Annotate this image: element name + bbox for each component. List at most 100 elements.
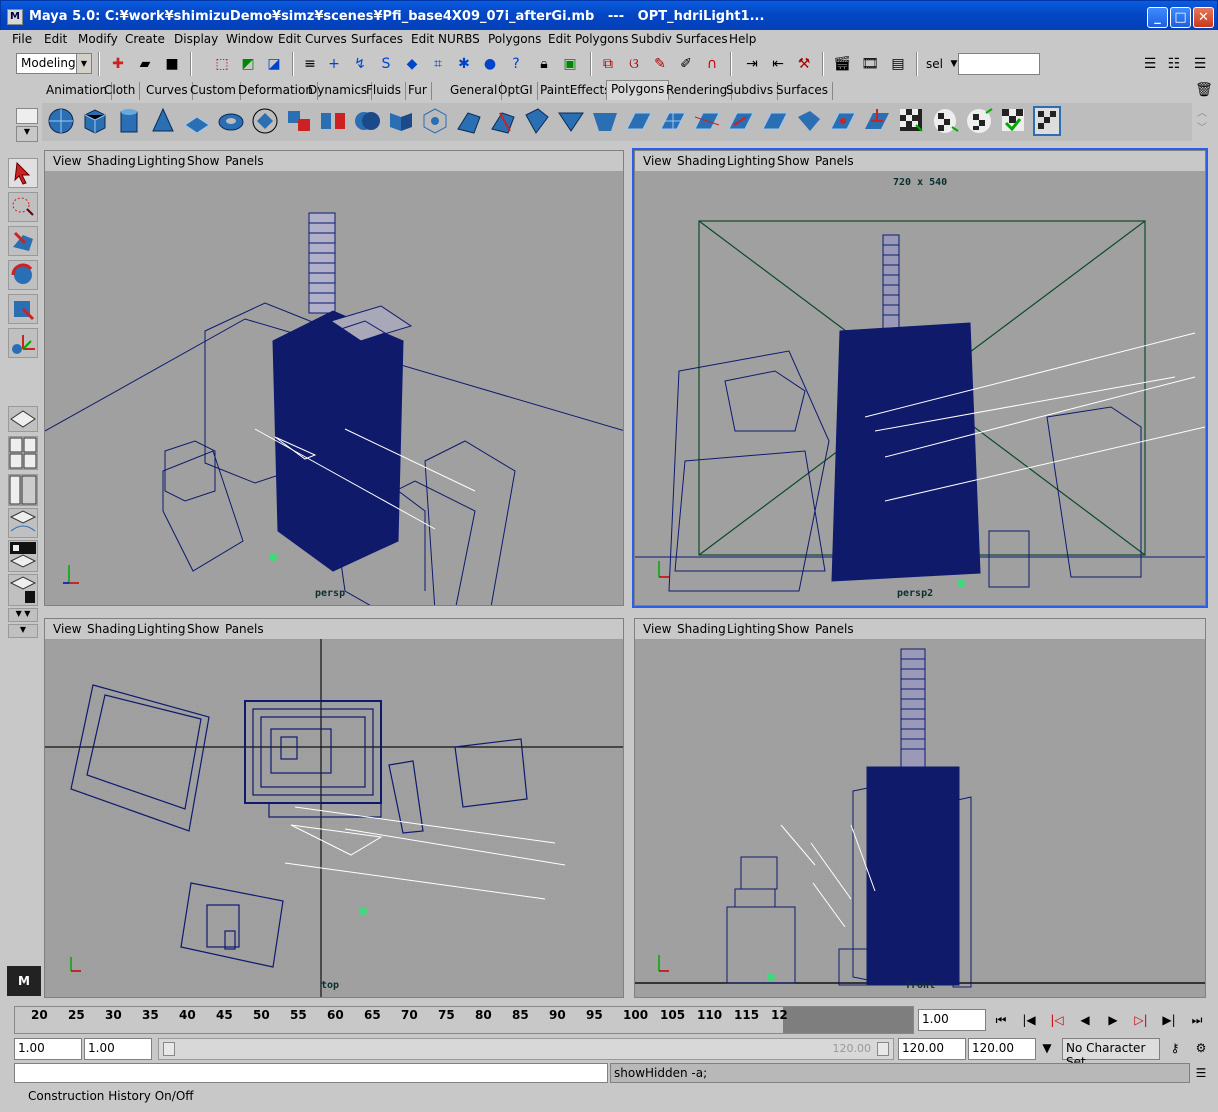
- minimize-button[interactable]: _: [1147, 7, 1168, 28]
- help-icon[interactable]: ?: [506, 54, 526, 74]
- extrude-face-icon[interactable]: [454, 105, 484, 137]
- vp-menu-view[interactable]: View: [643, 154, 671, 168]
- character-set-field[interactable]: No Character Set: [1062, 1038, 1160, 1069]
- cylindrical-mapping-icon[interactable]: [930, 105, 960, 137]
- start-time-field[interactable]: 1.00: [14, 1038, 82, 1060]
- viewport-persp[interactable]: View Shading Lighting Show Panels persp: [44, 150, 624, 606]
- menu-create[interactable]: Create: [125, 32, 165, 46]
- poly-smooth-icon[interactable]: [250, 105, 280, 137]
- shelf-menu-icon[interactable]: [16, 108, 38, 124]
- poly-plane-icon[interactable]: [182, 105, 212, 137]
- move-tool-icon[interactable]: [8, 226, 38, 256]
- bevel-icon[interactable]: [556, 105, 586, 137]
- shelf-tab-polygons[interactable]: Polygons: [606, 80, 670, 100]
- quick-select-field[interactable]: [958, 53, 1040, 75]
- input-ops-icon[interactable]: ⇥: [742, 54, 762, 74]
- extract-icon[interactable]: [522, 105, 552, 137]
- poly-cube-icon[interactable]: [80, 105, 110, 137]
- separate-icon[interactable]: [318, 105, 348, 137]
- menu-surfaces[interactable]: Surfaces: [351, 32, 403, 46]
- snap-grid-icon[interactable]: +: [324, 54, 344, 74]
- chamfer-icon[interactable]: [590, 105, 620, 137]
- play-forwards-icon[interactable]: ▶: [1102, 1010, 1124, 1030]
- shelf-tab-custom[interactable]: Custom: [186, 82, 241, 100]
- four-pane-layout-icon[interactable]: [8, 436, 38, 470]
- viewport-top[interactable]: View Shading Lighting Show Panels top: [44, 618, 624, 998]
- current-frame-field[interactable]: 1.00: [918, 1009, 986, 1031]
- select-object-icon[interactable]: ◩: [238, 54, 258, 74]
- subdivide-icon[interactable]: [658, 105, 688, 137]
- poly-cone-icon[interactable]: [148, 105, 178, 137]
- menu-edit-polygons[interactable]: Edit Polygons: [548, 32, 628, 46]
- range-slider-handle-end[interactable]: [877, 1042, 889, 1056]
- script-editor-icon[interactable]: ☰: [1190, 1063, 1212, 1083]
- poke-faces-icon[interactable]: [760, 105, 790, 137]
- light-icon[interactable]: ✱: [454, 54, 474, 74]
- poly-sphere-icon[interactable]: [46, 105, 76, 137]
- end-time-field[interactable]: 120.00: [968, 1038, 1036, 1060]
- single-pane-layout-icon[interactable]: [8, 406, 38, 432]
- range-slider[interactable]: 120.00: [158, 1038, 894, 1060]
- render-view-layout-icon[interactable]: [8, 574, 38, 606]
- snap-point-icon[interactable]: S: [376, 54, 396, 74]
- new-scene-icon[interactable]: ✚: [108, 54, 128, 74]
- lasso-tool-icon[interactable]: [8, 192, 38, 222]
- vp-menu-show[interactable]: Show: [187, 622, 219, 636]
- hypershade-layout-icon[interactable]: [8, 540, 38, 572]
- shelf-tab-surfaces[interactable]: Surfaces: [772, 82, 833, 100]
- step-back-key-icon[interactable]: |◀: [1018, 1010, 1040, 1030]
- vp-menu-panels[interactable]: Panels: [815, 622, 854, 636]
- manipulator-tool-icon[interactable]: [8, 328, 38, 358]
- dropdown-arrow-icon[interactable]: ▼: [76, 54, 91, 73]
- menu-window[interactable]: Window: [226, 32, 273, 46]
- vp-menu-show[interactable]: Show: [777, 622, 809, 636]
- key-icon[interactable]: ⚷: [1164, 1038, 1186, 1058]
- extrude-edge-icon[interactable]: [488, 105, 518, 137]
- render-globals-icon[interactable]: ▤: [888, 54, 908, 74]
- menu-edit-curves[interactable]: Edit Curves: [278, 32, 347, 46]
- vp-menu-show[interactable]: Show: [187, 154, 219, 168]
- close-button[interactable]: ✕: [1193, 7, 1214, 28]
- menu-modify[interactable]: Modify: [78, 32, 118, 46]
- select-hierarchy-icon[interactable]: ⬚: [212, 54, 232, 74]
- selection-mask-icon[interactable]: ≡: [300, 54, 320, 74]
- ipr-render-icon[interactable]: 🎞︎: [860, 54, 880, 74]
- character-set-dropdown-icon[interactable]: ▼: [1036, 1038, 1058, 1058]
- vp-menu-panels[interactable]: Panels: [815, 154, 854, 168]
- maximize-button[interactable]: □: [1170, 7, 1191, 28]
- wedge-faces-icon[interactable]: [726, 105, 756, 137]
- trash-icon[interactable]: 🗑︎: [1194, 80, 1214, 100]
- menu-display[interactable]: Display: [174, 32, 218, 46]
- vp-menu-view[interactable]: View: [53, 154, 81, 168]
- layout-dropdown-icon[interactable]: ▼: [8, 624, 38, 638]
- merge-vertices-icon[interactable]: [828, 105, 858, 137]
- vp-menu-view[interactable]: View: [53, 622, 81, 636]
- boolean-icon[interactable]: [352, 105, 382, 137]
- shelf-tab-fur[interactable]: Fur: [404, 82, 432, 100]
- vp-menu-lighting[interactable]: Lighting: [727, 154, 776, 168]
- select-component-icon[interactable]: ◪: [264, 54, 284, 74]
- select-highlight-icon[interactable]: ▣: [560, 54, 580, 74]
- step-back-frame-icon[interactable]: |◁: [1046, 1010, 1068, 1030]
- snap-view-plane-icon[interactable]: ◆: [402, 54, 422, 74]
- uv-texture-editor-icon[interactable]: [1032, 105, 1062, 137]
- spherical-mapping-icon[interactable]: [964, 105, 994, 137]
- vp-menu-lighting[interactable]: Lighting: [137, 154, 186, 168]
- vp-menu-shading[interactable]: Shading: [677, 154, 726, 168]
- shelf-tab-fluids[interactable]: Fluids: [362, 82, 407, 100]
- shelf-scroll-icon[interactable]: ︿ ﹀: [1194, 104, 1210, 138]
- move-component-icon[interactable]: [862, 105, 892, 137]
- channel-box-toggle-icon[interactable]: ☰: [1140, 54, 1160, 74]
- vp-menu-lighting[interactable]: Lighting: [137, 622, 186, 636]
- vp-menu-panels[interactable]: Panels: [225, 622, 264, 636]
- playback-start-field[interactable]: 1.00: [84, 1038, 152, 1060]
- go-to-start-icon[interactable]: ⏮: [990, 1010, 1012, 1030]
- play-backwards-icon[interactable]: ◀: [1074, 1010, 1096, 1030]
- save-scene-icon[interactable]: ■: [162, 54, 182, 74]
- layout-dropdown-icon[interactable]: ▼ ▼: [8, 608, 38, 622]
- snap-curve-icon[interactable]: ↯: [350, 54, 370, 74]
- output-ops-icon[interactable]: ⇤: [768, 54, 788, 74]
- playback-end-field[interactable]: 120.00: [898, 1038, 966, 1060]
- automatic-mapping-icon[interactable]: [998, 105, 1028, 137]
- construction-history-icon[interactable]: ✎: [650, 54, 670, 74]
